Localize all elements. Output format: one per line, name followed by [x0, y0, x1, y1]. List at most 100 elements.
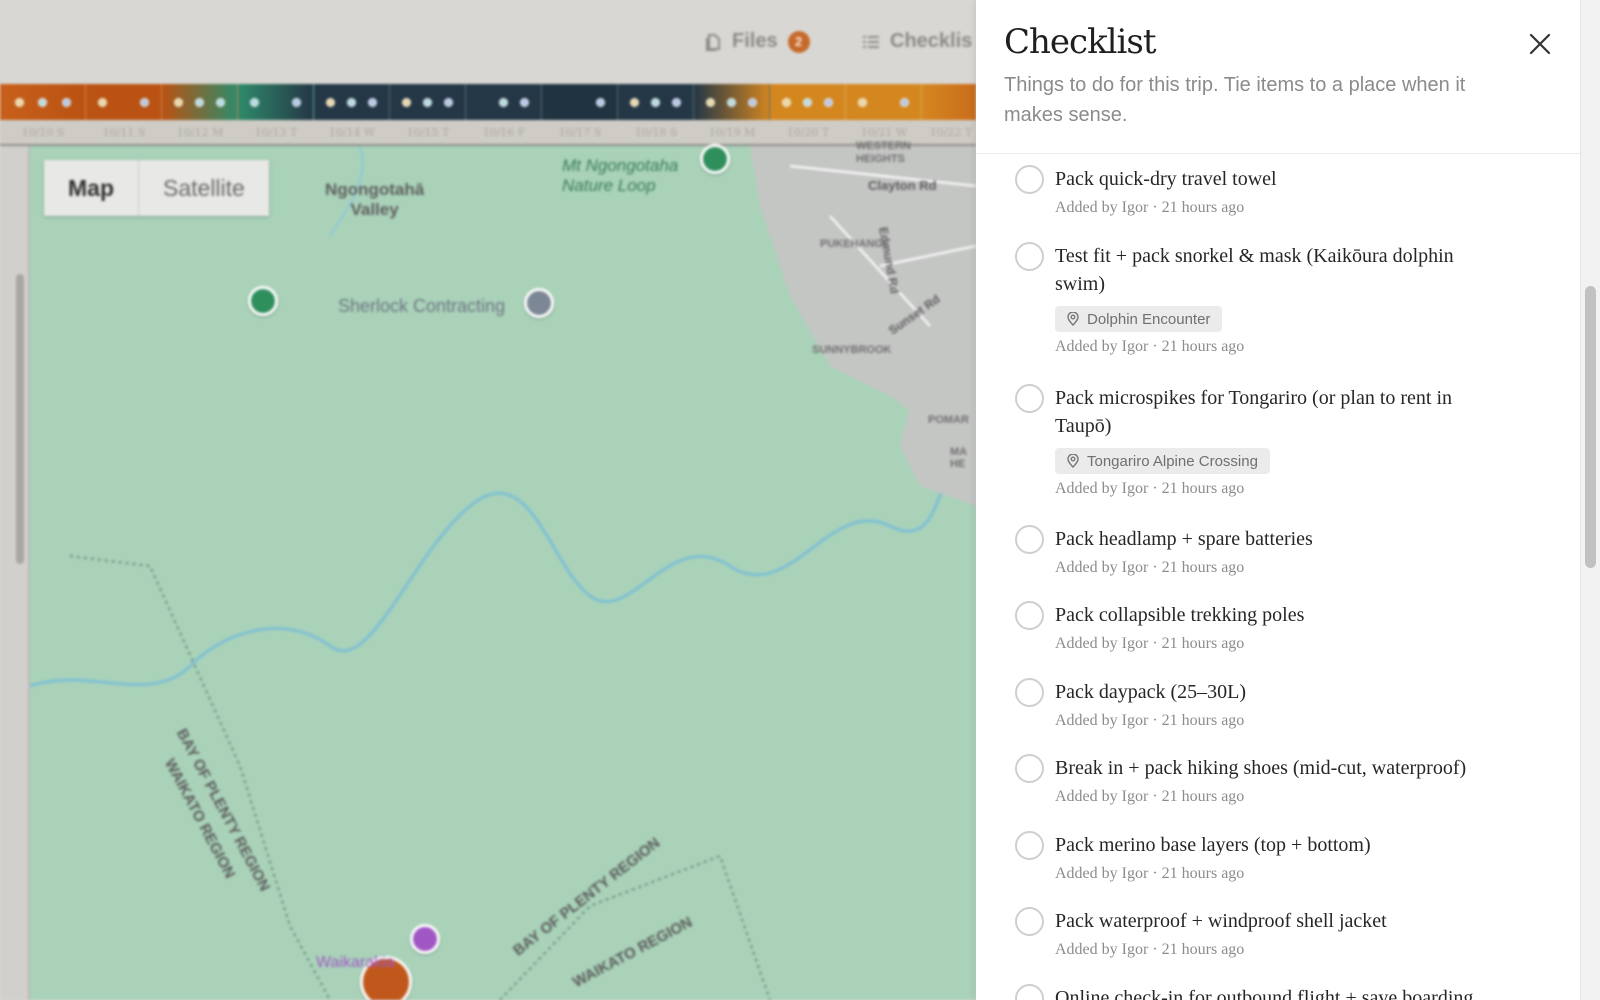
timeline-day[interactable] [694, 84, 770, 120]
map-label-pomare: POMAR [928, 414, 969, 426]
item-checkbox[interactable] [1015, 384, 1044, 413]
item-title[interactable]: Pack waterproof + windproof shell jacket [1055, 907, 1387, 935]
timeline-date: 10/18 S [634, 126, 678, 139]
satellite-view-button[interactable]: Satellite [139, 160, 269, 216]
map-pin-icon [1067, 312, 1079, 326]
place-tag-label: Tongariro Alpine Crossing [1087, 452, 1258, 470]
park-pin-icon[interactable] [248, 286, 278, 316]
files-count-badge: 2 [787, 30, 810, 53]
item-title[interactable]: Pack headlamp + spare batteries [1055, 525, 1313, 553]
panel-scrollbar-thumb[interactable] [1585, 286, 1596, 568]
poi-pin-icon[interactable] [410, 924, 440, 954]
map-type-toggle: Map Satellite [44, 160, 269, 216]
timeline-date: 10/22 T [929, 126, 973, 139]
checklist-item: Test fit + pack snorkel & mask (Kaikōura… [976, 242, 1580, 358]
checklist-button[interactable]: Checklis [862, 30, 972, 53]
item-meta: Added by Igor · 21 hours ago [1055, 480, 1245, 497]
item-title[interactable]: Pack quick-dry travel towel [1055, 165, 1277, 193]
checklist-item: Break in + pack hiking shoes (mid-cut, w… [976, 754, 1576, 808]
timeline-day[interactable] [86, 84, 162, 120]
item-meta: Added by Igor · 21 hours ago [1055, 941, 1245, 958]
place-tag-label: Dolphin Encounter [1087, 310, 1211, 328]
place-tag[interactable]: Dolphin Encounter [1055, 306, 1223, 332]
trip-timeline[interactable] [0, 84, 976, 120]
item-checkbox[interactable] [1015, 984, 1044, 1000]
panel-subtitle: Things to do for this trip. Tie items to… [1004, 74, 1466, 126]
timeline-day[interactable] [390, 84, 466, 120]
item-title[interactable]: Break in + pack hiking shoes (mid-cut, w… [1055, 754, 1466, 782]
item-meta: Added by Igor · 21 hours ago [1055, 635, 1245, 652]
item-title[interactable]: Test fit + pack snorkel & mask (Kaikōura… [1055, 242, 1470, 298]
map-label-western-heights: WESTERN HEIGHTS [856, 140, 911, 165]
map-label-pukehangi: PUKEHANGI [820, 238, 887, 250]
item-checkbox[interactable] [1015, 242, 1044, 271]
timeline-date: 10/11 S [102, 126, 146, 139]
timeline-day[interactable] [0, 84, 86, 120]
timeline-date: 10/10 S [21, 126, 65, 139]
timeline-day[interactable] [846, 84, 922, 120]
place-tag[interactable]: Tongariro Alpine Crossing [1055, 448, 1270, 474]
timeline-date: 10/12 M [176, 126, 224, 139]
checklist-item: Pack merino base layers (top + bottom) A… [976, 831, 1481, 885]
timeline-day[interactable] [466, 84, 542, 120]
checklist-header: Checklist Things to do for this trip. Ti… [976, 0, 1580, 154]
timeline-date: 10/17 S [558, 126, 602, 139]
checklist-item: Pack quick-dry travel towel Added by Igo… [976, 165, 1387, 219]
timeline-date: 10/20 T [786, 126, 830, 139]
close-button[interactable] [1522, 26, 1558, 62]
item-meta: Added by Igor · 21 hours ago [1055, 338, 1245, 355]
timeline-day[interactable] [542, 84, 618, 120]
timeline-day[interactable] [770, 84, 846, 120]
map-label-nature-loop: Mt Ngongotaha Nature Loop [562, 156, 679, 195]
item-title[interactable]: Pack microspikes for Tongariro (or plan … [1055, 384, 1470, 440]
left-panel-edge [0, 146, 30, 1000]
item-meta: Added by Igor · 21 hours ago [1055, 712, 1245, 729]
business-pin-icon[interactable] [524, 288, 554, 318]
checklist-item: Online check-in for outbound flight + sa… [976, 984, 1543, 1000]
timeline-date: 10/15 T [406, 126, 450, 139]
map-label-valley: Ngongotahā Valley [325, 180, 425, 219]
map-label-sunnybrook: SUNNYBROOK [812, 344, 892, 356]
item-checkbox[interactable] [1015, 678, 1044, 707]
item-checkbox[interactable] [1015, 601, 1044, 630]
timeline-day[interactable] [314, 84, 390, 120]
map-view-button[interactable]: Map [44, 160, 139, 216]
item-meta: Added by Igor · 21 hours ago [1055, 559, 1245, 576]
timeline-day[interactable] [618, 84, 694, 120]
left-scrollbar-thumb[interactable] [16, 274, 24, 564]
item-title[interactable]: Pack collapsible trekking poles [1055, 601, 1304, 629]
item-checkbox[interactable] [1015, 831, 1044, 860]
checklist-item: Pack waterproof + windproof shell jacket… [976, 907, 1497, 961]
timeline-day[interactable] [162, 84, 238, 120]
map-label-sherlock: Sherlock Contracting [338, 296, 506, 316]
checklist-item: Pack microspikes for Tongariro (or plan … [976, 384, 1580, 500]
item-checkbox[interactable] [1015, 907, 1044, 936]
timeline-date: 10/13 T [254, 126, 298, 139]
map-canvas[interactable]: Ngongotahā Valley Mt Ngongotaha Nature L… [30, 140, 976, 1000]
item-title[interactable]: Online check-in for outbound flight + sa… [1055, 984, 1473, 1000]
item-checkbox[interactable] [1015, 525, 1044, 554]
timeline-date: 10/14 W [328, 126, 376, 139]
list-icon [863, 35, 879, 48]
files-button[interactable]: Files 2 [704, 30, 810, 53]
item-checkbox[interactable] [1015, 754, 1044, 783]
timeline-day[interactable] [922, 84, 976, 120]
timeline-date: 10/19 M [708, 126, 756, 139]
item-title[interactable]: Pack daypack (25–30L) [1055, 678, 1246, 706]
item-title[interactable]: Pack merino base layers (top + bottom) [1055, 831, 1371, 859]
files-label: Files [732, 30, 778, 52]
item-checkbox[interactable] [1015, 165, 1044, 194]
panel-scrollbar[interactable] [1580, 0, 1600, 1000]
item-meta: Added by Igor · 21 hours ago [1055, 199, 1245, 216]
tree-pin-icon[interactable] [700, 144, 730, 174]
map-label-mahe: MA HE [950, 446, 968, 470]
checklist-items: Pack quick-dry travel towel Added by Igo… [976, 155, 1580, 1000]
item-meta: Added by Igor · 21 hours ago [1055, 788, 1245, 805]
timeline-day[interactable] [238, 84, 314, 120]
panel-title: Checklist [1004, 22, 1157, 62]
checklist-label: Checklis [890, 30, 973, 52]
checklist-item: Pack collapsible trekking poles Added by… [976, 601, 1414, 655]
background-app: Files 2 Checklis 10/10 S 10/11 S 10/12 M… [0, 0, 976, 1000]
checklist-item: Pack headlamp + spare batteries Added by… [976, 525, 1423, 579]
timeline-dates: 10/10 S 10/11 S 10/12 M 10/13 T 10/14 W … [0, 120, 976, 146]
